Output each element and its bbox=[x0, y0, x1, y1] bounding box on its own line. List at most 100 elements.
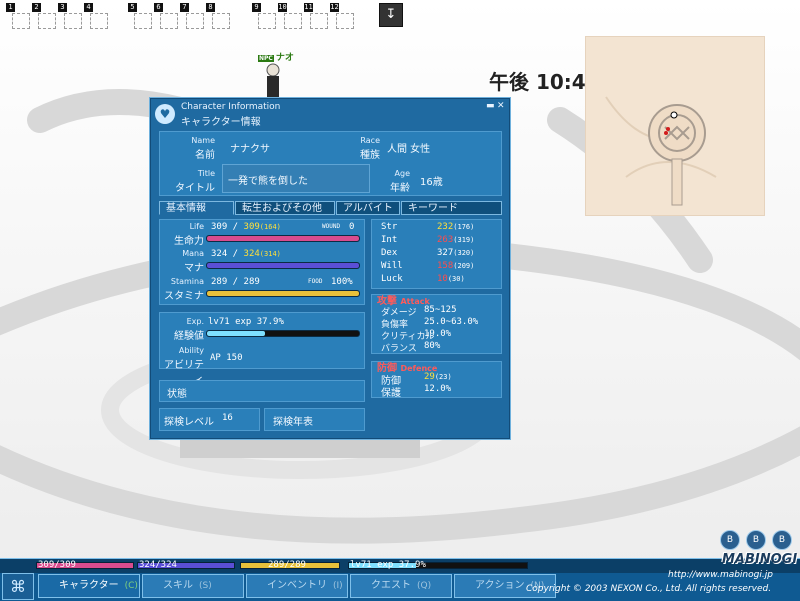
identity-panel: Name 名前 ナナクサ Race 種族 人間 女性 Title タイトル 一発… bbox=[159, 131, 502, 196]
window-title: キャラクター情報 bbox=[181, 117, 261, 128]
explore-history-label: 探検年表 bbox=[273, 417, 313, 428]
stamina-label: スタミナ bbox=[164, 291, 204, 302]
stat-value-int: 263(319) bbox=[437, 235, 475, 245]
life-label-en: Life bbox=[189, 222, 204, 231]
hotkey-slot[interactable]: 1 bbox=[6, 3, 30, 29]
wound-value: 0 bbox=[349, 222, 355, 232]
stat-value-will: 158(209) bbox=[437, 261, 475, 271]
npc-character[interactable] bbox=[262, 62, 284, 102]
character-info-window[interactable]: ♥ Character Information キャラクター情報 ▬ ✕ Nam… bbox=[149, 97, 511, 440]
page-icon: ↧ bbox=[385, 7, 397, 22]
defence-value: 29(23) bbox=[424, 372, 452, 382]
stat-name: Int bbox=[381, 235, 398, 245]
minimize-button[interactable]: ▬ bbox=[486, 102, 495, 111]
explore-level-value: 16 bbox=[222, 413, 233, 423]
life-label: 生命力 bbox=[174, 236, 204, 247]
minimap-terrain bbox=[605, 96, 717, 206]
title-field[interactable]: 一発で熊を倒した bbox=[222, 164, 370, 193]
hud-exp-text: lv71 exp 37.9% bbox=[350, 560, 426, 570]
title-value: 一発で熊を倒した bbox=[228, 176, 308, 187]
injury-rate-value: 25.0~63.0% bbox=[424, 317, 479, 327]
protection-label: 保護 bbox=[381, 388, 401, 399]
buff-orb[interactable]: B bbox=[746, 530, 766, 550]
life-bar bbox=[206, 235, 360, 242]
minimap[interactable] bbox=[585, 36, 765, 216]
tab-keywords[interactable]: キーワード bbox=[401, 201, 502, 215]
tab-rebirth-other[interactable]: 転生およびその他 bbox=[235, 201, 335, 215]
buff-orb[interactable]: B bbox=[720, 530, 740, 550]
mana-label-en: Mana bbox=[182, 249, 204, 258]
stat-name: Will bbox=[381, 261, 403, 271]
tab-bar: 基本情報 転生およびその他 アルバイト キーワード bbox=[159, 201, 502, 215]
hotkey-slot[interactable]: 9 bbox=[252, 3, 276, 29]
hotkey-slot[interactable]: 10 bbox=[278, 3, 302, 29]
main-menu-button[interactable]: ⌘ bbox=[2, 573, 34, 600]
defence-panel: 防御 Defence 防御 29(23) 保護 12.0% bbox=[371, 361, 502, 399]
hud-mana-text: 324/324 bbox=[139, 560, 177, 570]
knot-icon: ⌘ bbox=[10, 577, 26, 596]
hotkey-slot[interactable]: 5 bbox=[128, 3, 152, 29]
age-value: 16歳 bbox=[420, 177, 443, 188]
stamina-label-en: Stamina bbox=[170, 277, 204, 286]
age-label: 年齢 bbox=[390, 183, 410, 194]
hotkey-slot[interactable]: 12 bbox=[330, 3, 354, 29]
game-logo: MABINOGI bbox=[722, 552, 798, 567]
npc-tag: NPC bbox=[258, 55, 274, 62]
tab-basic-info[interactable]: 基本情報 bbox=[159, 201, 234, 215]
name-label: 名前 bbox=[195, 150, 215, 161]
exp-label: 経験値 bbox=[174, 331, 204, 342]
protection-value: 12.0% bbox=[424, 384, 452, 394]
status-label: 状態 bbox=[167, 389, 187, 400]
stat-value-dex: 327(320) bbox=[437, 248, 475, 258]
name-value: ナナクサ bbox=[230, 144, 270, 155]
exp-label-en: Exp. bbox=[186, 317, 204, 326]
age-label-en: Age bbox=[394, 169, 410, 178]
status-panel[interactable]: 状態 bbox=[159, 380, 365, 402]
title-label-en: Title bbox=[197, 169, 215, 178]
hotkey-slot[interactable]: 7 bbox=[180, 3, 204, 29]
food-value: 100% bbox=[331, 277, 353, 287]
quest-button[interactable]: クエスト (Q) bbox=[350, 574, 452, 598]
character-button[interactable]: キャラクター (C) bbox=[38, 574, 140, 598]
balance-value: 80% bbox=[424, 341, 441, 351]
website-url: http://www.mabinogi.jp bbox=[668, 570, 773, 580]
mana-label: マナ bbox=[184, 263, 204, 274]
hud-life-text: 309/309 bbox=[38, 560, 76, 570]
hotkey-slot[interactable]: 6 bbox=[154, 3, 178, 29]
stat-name: Luck bbox=[381, 274, 403, 284]
damage-value: 85~125 bbox=[424, 305, 457, 315]
mana-value: 324 / 324(314) bbox=[211, 249, 281, 259]
life-value: 309 / 309(164) bbox=[211, 222, 281, 232]
hotkey-slot[interactable]: 4 bbox=[84, 3, 108, 29]
hotkey-slot[interactable]: 8 bbox=[206, 3, 230, 29]
hotkey-page-button[interactable]: ↧ bbox=[379, 3, 403, 27]
race-value: 人間 女性 bbox=[387, 144, 431, 155]
game-clock: 午後 10:40 bbox=[489, 70, 600, 94]
wound-label: WOUND bbox=[322, 223, 341, 230]
heart-icon: ♥ bbox=[155, 104, 175, 124]
title-label: タイトル bbox=[175, 183, 215, 194]
hotkey-slot[interactable]: 3 bbox=[58, 3, 82, 29]
stat-name: Str bbox=[381, 222, 398, 232]
stats-panel: Str 232(176) Int 263(319) Dex 327(320) W… bbox=[371, 219, 502, 289]
explore-history-button[interactable]: 探検年表 bbox=[264, 408, 365, 431]
window-title-en: Character Information bbox=[181, 102, 281, 112]
ability-label-en: Ability bbox=[178, 346, 204, 355]
close-button[interactable]: ✕ bbox=[497, 102, 505, 111]
stamina-bar bbox=[206, 290, 360, 297]
explore-level-label: 探検レベル bbox=[164, 417, 214, 428]
hotkey-slot[interactable]: 11 bbox=[304, 3, 328, 29]
stat-name: Dex bbox=[381, 248, 398, 258]
balance-label: バランス bbox=[381, 344, 417, 354]
tab-part-time[interactable]: アルバイト bbox=[336, 201, 400, 215]
buff-orb[interactable]: B bbox=[772, 530, 792, 550]
attack-panel: 攻撃 Attack ダメージ 85~125 負傷率 25.0~63.0% クリテ… bbox=[371, 294, 502, 354]
hotkey-slot[interactable]: 2 bbox=[32, 3, 56, 29]
stat-value-str: 232(176) bbox=[437, 222, 475, 232]
ap-value: AP 150 bbox=[210, 353, 243, 363]
explore-level-button[interactable]: 探検レベル 16 bbox=[159, 408, 260, 431]
stamina-value: 289 / 289 bbox=[211, 277, 260, 287]
skill-button[interactable]: スキル (S) bbox=[142, 574, 244, 598]
inventory-button[interactable]: インベントリ (I) bbox=[246, 574, 348, 598]
hud-stamina-text: 289/289 bbox=[268, 560, 306, 570]
